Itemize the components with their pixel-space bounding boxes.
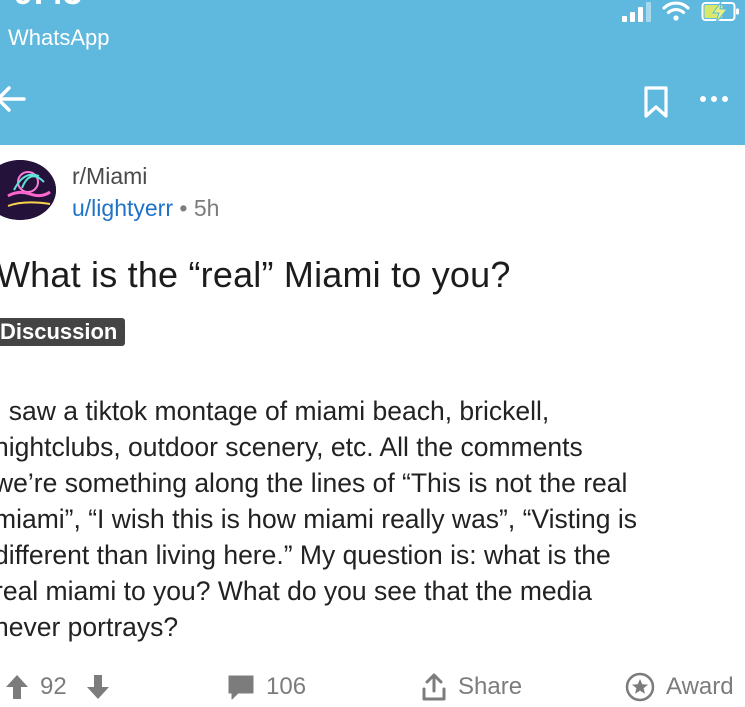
subreddit-name[interactable]: r/Miami [72,163,147,190]
arrow-left-icon[interactable] [0,82,28,121]
post-body-line: we’re something along the lines of “This… [0,468,628,498]
award-button[interactable]: Award [624,668,734,706]
back-to-app-link[interactable]: WhatsApp [8,25,110,51]
vote-count: 92 [40,673,67,700]
post-body-line: miami”, “I wish this is how miami really… [0,504,637,534]
meta-separator: • [179,195,188,221]
share-label: Share [458,673,523,700]
comment-count: 106 [266,673,307,700]
status-time: 9:43 [14,0,82,13]
post-meta: u/lightyerr • 5h [72,195,219,222]
post-body-line: I saw a tiktok montage of miami beach, b… [0,396,550,426]
post-flair[interactable]: Discussion [0,318,126,346]
upvote-icon[interactable] [4,673,30,701]
subreddit-avatar[interactable] [0,160,56,220]
share-icon [420,672,448,702]
share-button[interactable]: Share [420,668,522,706]
downvote-icon[interactable] [85,673,111,701]
post-body-line: nightclubs, outdoor scenery, etc. All th… [0,432,583,462]
cellular-signal-icon [622,0,651,22]
wifi-icon [661,0,691,22]
comments-button[interactable]: 106 [226,668,306,706]
battery-charging-icon [701,0,741,24]
post-body-line: never portrays? [0,612,179,642]
award-label: Award [666,673,734,700]
post-age: 5h [193,195,220,221]
post-action-bar: 92 106 Share Award [0,668,745,706]
top-bar: 9:43 WhatsApp [0,0,745,145]
author-link[interactable]: u/lightyerr [72,195,173,221]
comment-icon [226,672,256,702]
post-body-line: different than living here.” My question… [0,540,611,570]
status-icons [622,0,741,28]
post-title: What is the “real” Miami to you? [0,254,511,295]
post-body: I saw a tiktok montage of miami beach, b… [0,393,745,645]
vote-group: 92 [4,668,111,706]
award-icon [624,671,656,703]
post-body-line: real miami to you? What do you see that … [0,576,593,606]
bookmark-icon[interactable] [642,85,670,124]
more-dots-icon[interactable] [700,96,728,102]
